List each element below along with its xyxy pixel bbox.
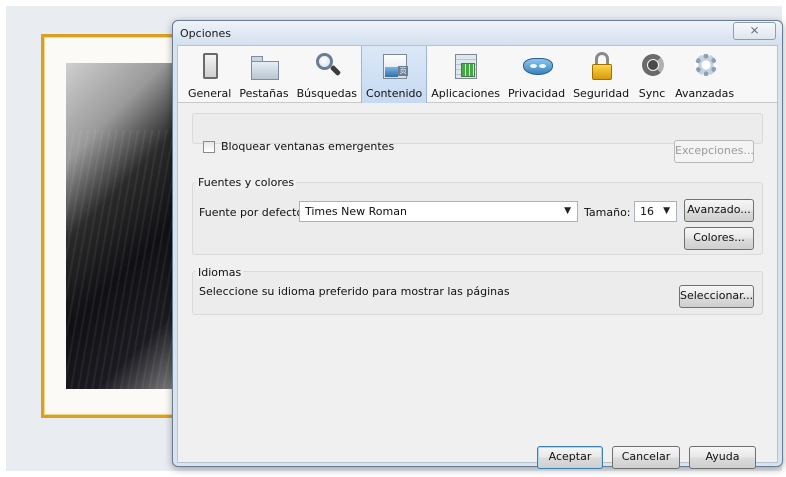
default-font-label: Fuente por defecto: xyxy=(199,206,307,219)
tab-label: Pestañas xyxy=(239,87,289,100)
photo-texture xyxy=(66,130,186,389)
advanced-fonts-button[interactable]: Avanzado... xyxy=(684,199,754,222)
languages-description: Seleccione su idioma preferido para most… xyxy=(199,285,510,298)
gear-icon xyxy=(690,51,720,81)
exceptions-button[interactable]: Excepciones... xyxy=(674,140,754,163)
font-size-select[interactable]: 16 ▼ xyxy=(634,201,677,222)
privacy-mask-icon xyxy=(522,51,553,81)
tab-label: Contenido xyxy=(366,87,423,100)
tab-label: Sync xyxy=(638,87,666,100)
screen: Opciones ⨯ General Pestañas Búsquedas 页 … xyxy=(0,0,786,477)
ok-button[interactable]: Aceptar xyxy=(537,446,603,469)
search-icon xyxy=(312,51,342,81)
tabs-icon xyxy=(249,51,279,81)
tab-label: Seguridad xyxy=(573,87,630,100)
default-font-select[interactable]: Times New Roman ▼ xyxy=(299,201,578,222)
font-size-value: 16 xyxy=(640,205,654,218)
tab-seguridad[interactable]: Seguridad xyxy=(569,46,633,103)
window-title: Opciones xyxy=(180,27,231,40)
tab-contenido[interactable]: 页 Contenido xyxy=(361,46,428,103)
fonts-colors-legend: Fuentes y colores xyxy=(196,176,297,189)
block-popups-label[interactable]: Bloquear ventanas emergentes xyxy=(221,140,394,153)
dialog-client-area: General Pestañas Búsquedas 页 Contenido A… xyxy=(177,45,778,469)
tab-busquedas[interactable]: Búsquedas xyxy=(293,46,361,103)
general-icon xyxy=(195,51,225,81)
close-icon: ⨯ xyxy=(749,23,760,37)
select-language-button[interactable]: Seleccionar... xyxy=(679,285,754,308)
tab-pestanas[interactable]: Pestañas xyxy=(235,46,292,103)
font-size-label: Tamaño: xyxy=(584,206,631,219)
sync-icon xyxy=(637,51,667,81)
options-dialog: Opciones ⨯ General Pestañas Búsquedas 页 … xyxy=(172,20,783,469)
block-popups-checkbox[interactable] xyxy=(203,141,215,153)
category-toolbar: General Pestañas Búsquedas 页 Contenido A… xyxy=(178,46,777,103)
close-button[interactable]: ⨯ xyxy=(733,22,776,40)
tab-sync[interactable]: Sync xyxy=(633,46,671,103)
chevron-down-icon: ▼ xyxy=(564,206,571,216)
content-icon: 页 xyxy=(379,51,409,81)
tab-label: Avanzadas xyxy=(675,87,735,100)
tab-general[interactable]: General xyxy=(184,46,235,103)
tab-label: Búsquedas xyxy=(296,87,358,100)
applications-icon xyxy=(451,51,481,81)
title-bar[interactable]: Opciones ⨯ xyxy=(173,21,782,45)
tab-avanzadas[interactable]: Avanzadas xyxy=(671,46,738,103)
help-button[interactable]: Ayuda xyxy=(689,446,756,469)
tab-label: Privacidad xyxy=(507,87,566,100)
default-font-value: Times New Roman xyxy=(305,205,407,218)
tab-label: Aplicaciones xyxy=(431,87,500,100)
languages-legend: Idiomas xyxy=(196,266,244,279)
colors-button[interactable]: Colores... xyxy=(684,227,754,250)
tab-privacidad[interactable]: Privacidad xyxy=(504,46,569,103)
tab-aplicaciones[interactable]: Aplicaciones xyxy=(427,46,504,103)
chevron-down-icon: ▼ xyxy=(663,206,670,216)
lock-icon xyxy=(586,51,616,81)
cancel-button[interactable]: Cancelar xyxy=(612,446,680,469)
tab-label: General xyxy=(188,87,232,100)
